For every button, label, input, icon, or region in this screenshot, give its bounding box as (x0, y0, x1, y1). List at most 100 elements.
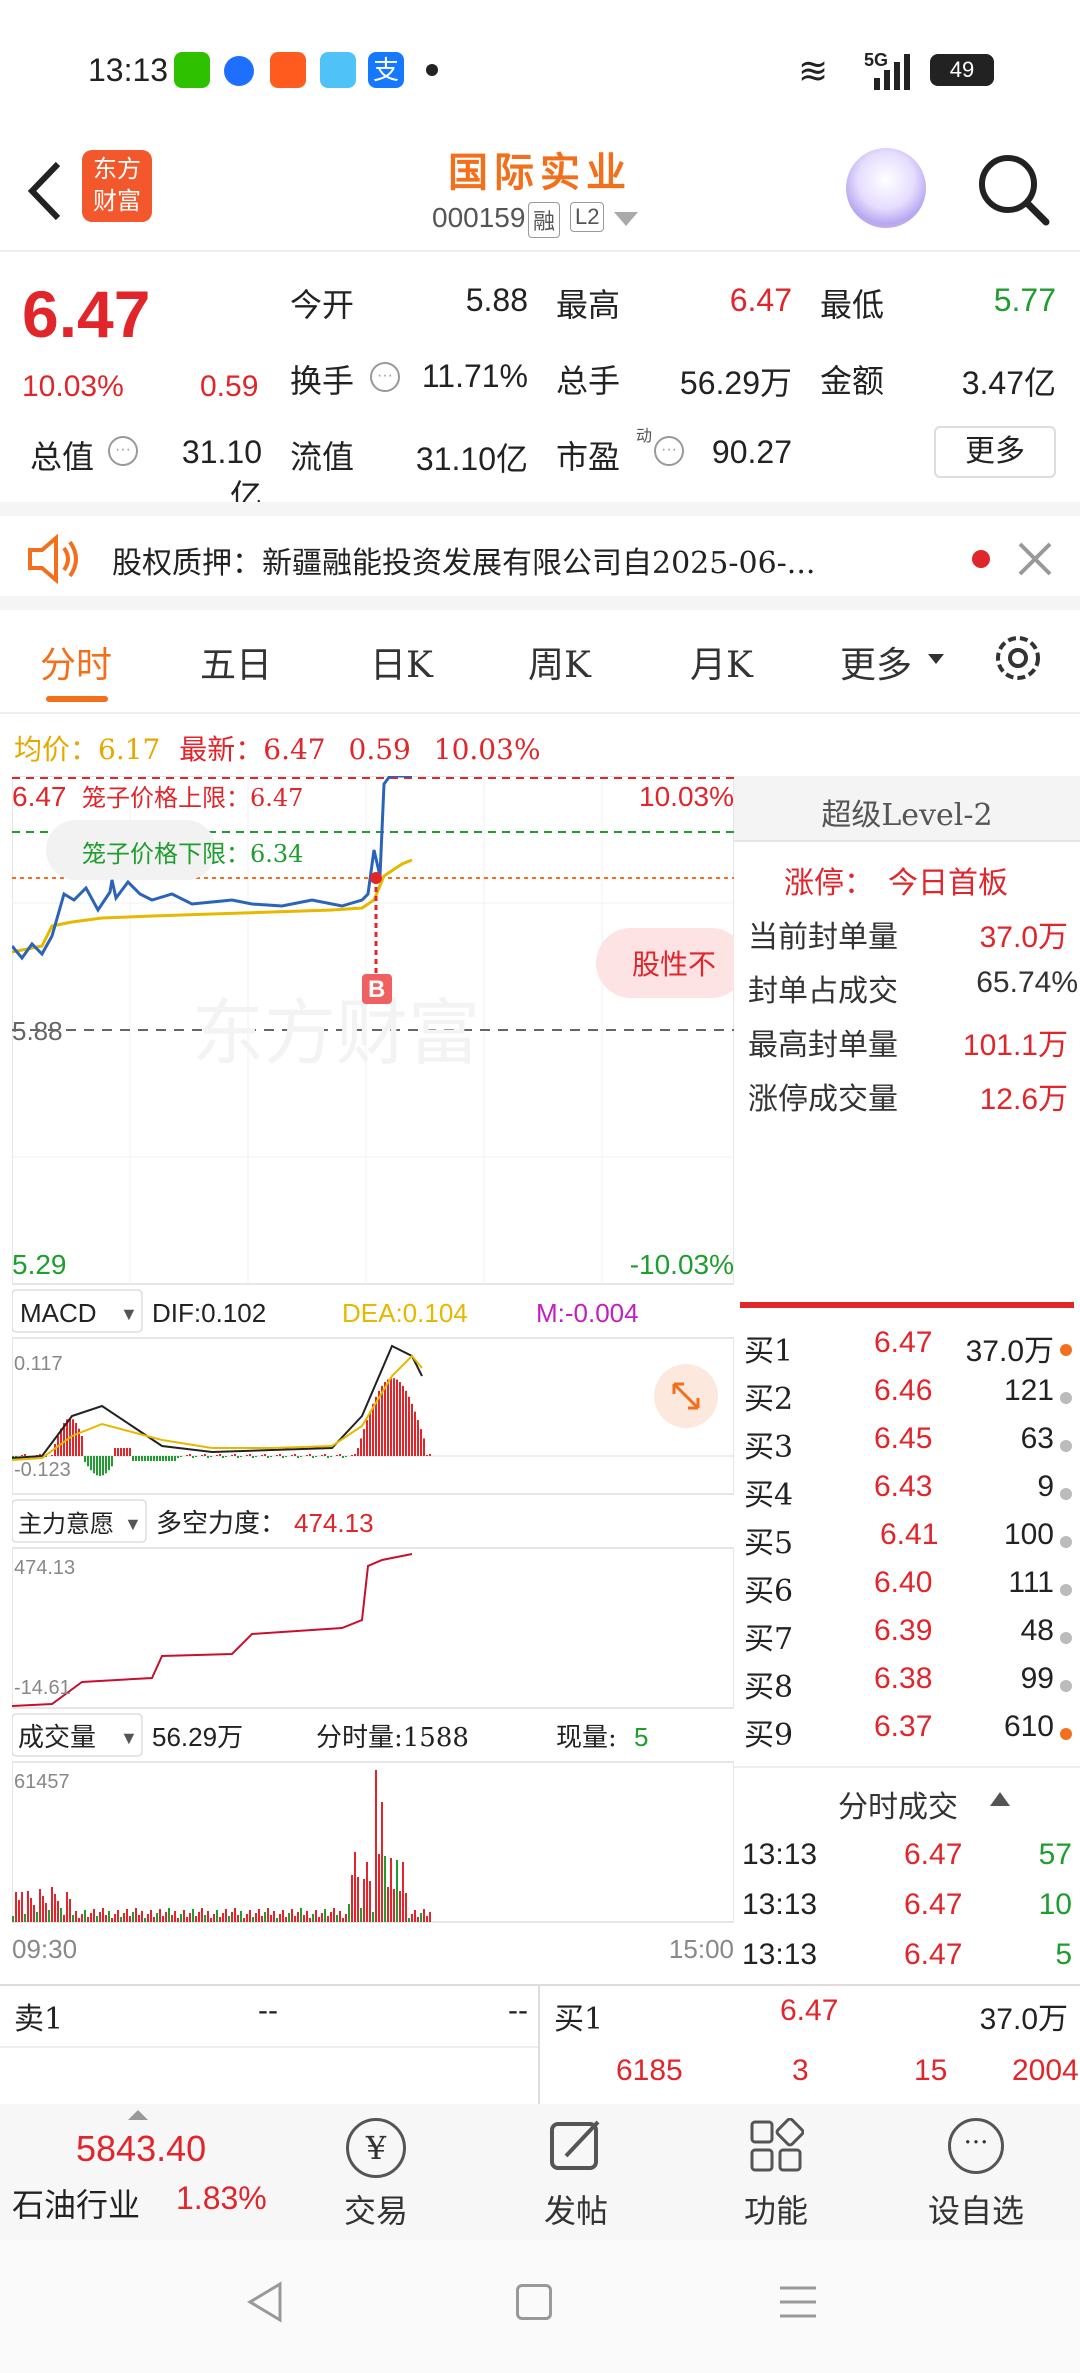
orderbook-row[interactable]: 买5 6.41 100 (744, 1518, 1078, 1566)
bid-price: 6.37 (874, 1710, 933, 1743)
macd-bar (282, 1456, 284, 1458)
macd-bar (210, 1456, 212, 1457)
volume-bar (321, 1913, 323, 1922)
app-logo[interactable]: 东方 财富 (82, 150, 152, 222)
macd-bar (285, 1456, 287, 1457)
more-dots-icon: ··· (948, 2118, 1004, 2174)
info-icon[interactable]: ··· (654, 436, 684, 466)
volume-bar (237, 1915, 239, 1922)
functions-button[interactable]: 功能 (676, 2104, 876, 2240)
info-icon[interactable]: ··· (108, 436, 138, 466)
tab-monthly-k[interactable]: 月K (690, 636, 753, 688)
orderbook-row[interactable]: 买6 6.40 111 (744, 1566, 1078, 1614)
volume-bar (153, 1917, 155, 1922)
volume-bar (201, 1908, 203, 1922)
volume-bar (309, 1918, 311, 1922)
trade-ticks-panel[interactable]: 分时成交 13:13 6.47 57 13:13 6.47 10 13:13 6… (734, 1766, 1080, 1971)
chevron-up-icon[interactable] (990, 1792, 1010, 1806)
search-icon[interactable] (974, 150, 1054, 230)
volume-bar (378, 1854, 380, 1922)
close-icon[interactable] (1014, 538, 1056, 580)
bid-price: 6.46 (874, 1374, 933, 1407)
volume-bar (186, 1917, 188, 1922)
stat-value: 6185 (616, 2054, 683, 2087)
bid-qty: 37.0万 (965, 1335, 1054, 1368)
volume-bar (405, 1893, 407, 1922)
macd-bar (372, 1403, 374, 1456)
volume-bar (360, 1908, 362, 1922)
orderbook-row[interactable]: 买7 6.39 48 (744, 1614, 1078, 1662)
intraday-chart[interactable]: 东方财富 B 股性不 6.47 10.03% 笼子价格上限：6.47 笼子价格下… (10, 774, 746, 1968)
volume-bar (192, 1909, 194, 1922)
intraday-chart-area[interactable]: 东方财富 B 股性不 6.47 10.03% 笼子价格上限：6.47 笼子价格下… (10, 774, 746, 1968)
macd-bar (132, 1456, 134, 1461)
macd-bar (387, 1379, 389, 1456)
mktcap-label: 总值 (30, 438, 95, 476)
robot-avatar-icon[interactable] (846, 148, 926, 228)
force-bottom-label: -14.61 (14, 1677, 71, 1699)
trade-volume: 10 (1038, 1888, 1072, 1921)
macd-bar (426, 1455, 428, 1456)
macd-bar (90, 1456, 92, 1471)
post-button[interactable]: 发帖 (476, 2104, 676, 2240)
trade-button[interactable]: ¥ 交易 (276, 2104, 476, 2240)
bid-qty: 100 (1003, 1518, 1054, 1551)
volume-bar (108, 1911, 110, 1922)
orderbook-row[interactable]: 买2 6.46 121 (744, 1374, 1078, 1422)
orderbook-divider (740, 1302, 1074, 1308)
latest-change: 0.59 (348, 733, 411, 766)
orderbook-row[interactable]: 买9 6.37 610 (744, 1710, 1078, 1758)
volume-bar (57, 1901, 59, 1922)
volume-bar (240, 1911, 242, 1922)
volume-bar (354, 1852, 356, 1922)
tab-weekly-k[interactable]: 周K (528, 636, 591, 688)
info-icon[interactable]: ··· (370, 362, 400, 392)
macd-bar (144, 1456, 146, 1461)
macd-bar (222, 1456, 224, 1458)
volume-bar (297, 1912, 299, 1922)
orderbook-row[interactable]: 买4 6.43 9 (744, 1470, 1078, 1518)
volume-bar (138, 1915, 140, 1922)
macd-bar (153, 1456, 155, 1461)
macd-bar (339, 1454, 341, 1456)
volume-bar (54, 1894, 56, 1922)
orderbook-row[interactable]: 买1 6.47 37.0万 (744, 1326, 1078, 1374)
nav-menu-icon[interactable] (778, 2282, 818, 2322)
dropdown-icon[interactable] (614, 212, 638, 226)
industry-index[interactable]: 5843.40 石油行业 1.83% (0, 2104, 300, 2240)
volume-bar (273, 1911, 275, 1922)
volume-bar (78, 1918, 80, 1922)
macd-bar (207, 1456, 209, 1458)
nav-home-icon[interactable] (516, 2284, 552, 2320)
status-bar: 13:13 支 ≋ 5G 49 (0, 0, 1080, 140)
volume-bar (417, 1917, 419, 1922)
index-name: 石油行业 (12, 2186, 141, 2224)
volume-bar (375, 1770, 377, 1922)
add-watchlist-button[interactable]: ··· 设自选 (876, 2104, 1076, 2240)
stock-name: 国际实业 (448, 149, 632, 196)
macd-bar (105, 1456, 107, 1474)
tab-more[interactable]: 更多 (840, 636, 912, 688)
volume-bar (327, 1916, 329, 1922)
macd-bar (300, 1456, 302, 1457)
orderbook-row[interactable]: 买8 6.38 99 (744, 1662, 1078, 1710)
tab-intraday[interactable]: 分时 (40, 636, 112, 688)
more-button[interactable]: 更多 (934, 426, 1056, 478)
orderbook-row[interactable]: 买3 6.45 63 (744, 1422, 1078, 1470)
tab-five-day[interactable]: 五日 (200, 636, 272, 688)
turnover-label: 换手 (290, 362, 355, 400)
volume-bar (102, 1908, 104, 1922)
macd-bar (150, 1456, 152, 1461)
bottom-quote-strip[interactable]: 卖1 -- -- 买1 6.47 37.0万 6185 3 15 2004 (0, 1984, 1080, 2106)
unread-dot-icon (972, 550, 990, 568)
gear-icon[interactable] (990, 630, 1046, 686)
nav-back-icon[interactable] (244, 2280, 288, 2324)
volume-bar (294, 1916, 296, 1922)
tab-daily-k[interactable]: 日K (370, 636, 433, 688)
notice-bar[interactable]: 股权质押：新疆融能投资发展有限公司自2025-06-... (0, 502, 1080, 610)
macd-bar (291, 1455, 293, 1456)
macd-bar (24, 1454, 26, 1456)
volume-bar (363, 1879, 365, 1922)
back-icon[interactable] (20, 156, 70, 226)
macd-bar (96, 1456, 98, 1476)
